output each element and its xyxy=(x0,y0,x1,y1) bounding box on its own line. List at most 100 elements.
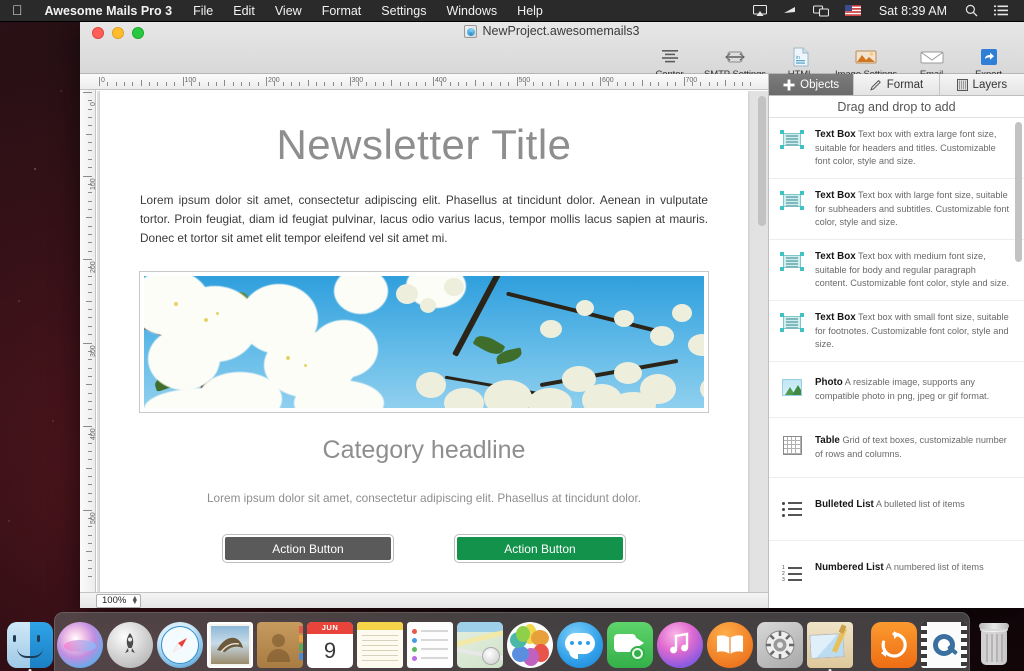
numbered-list-icon: 1 2 3 xyxy=(779,561,805,583)
list-item-name: Numbered List xyxy=(815,562,884,573)
menu-item-edit[interactable]: Edit xyxy=(223,4,265,18)
notes-icon xyxy=(357,622,403,668)
list-item[interactable]: Bulleted List A bulleted list of items xyxy=(769,478,1024,541)
itunes-icon xyxy=(657,622,703,668)
dock-item-itunes[interactable] xyxy=(657,622,703,668)
textbox-icon xyxy=(779,250,805,272)
newsletter-subtext[interactable]: Lorem ipsum dolor sit amet, consectetur … xyxy=(100,465,748,505)
editor-vertical-scrollbar[interactable] xyxy=(758,96,766,566)
trash-icon xyxy=(971,622,1017,668)
calendar-icon: JUN 9 xyxy=(307,622,353,668)
dock-item-notes[interactable] xyxy=(357,622,403,668)
airplay-icon[interactable] xyxy=(745,0,775,22)
layers-icon xyxy=(957,79,968,91)
contacts-icon xyxy=(257,622,303,668)
dock-item-contacts[interactable] xyxy=(257,622,303,668)
apple-logo-icon[interactable]:  xyxy=(0,3,34,17)
dock-item-safari[interactable] xyxy=(157,622,203,668)
dock-item-finder[interactable] xyxy=(7,622,53,668)
list-item-name: Table xyxy=(815,435,840,446)
dock-item-mail[interactable] xyxy=(207,622,253,668)
list-item[interactable]: Table Grid of text boxes, customizable n… xyxy=(769,418,1024,478)
panel-scrollbar-thumb[interactable] xyxy=(1015,122,1022,262)
image-icon xyxy=(849,46,883,68)
newsletter-photo[interactable] xyxy=(140,272,708,412)
facetime-icon xyxy=(607,622,653,668)
dock-item-photos[interactable] xyxy=(507,622,553,668)
editor-status-bar: 100% ▲▼ xyxy=(80,592,768,608)
inspector-panel: Objects Format Layers Drag and drop to a… xyxy=(768,74,1024,608)
list-item[interactable]: Text Box Text box with medium font size,… xyxy=(769,240,1024,301)
dock-item-launchpad[interactable] xyxy=(107,622,153,668)
dock-item-reminders[interactable] xyxy=(407,622,453,668)
zoom-stepper[interactable]: 100% ▲▼ xyxy=(96,594,141,608)
ibooks-icon xyxy=(707,622,753,668)
dock-item-facetime[interactable] xyxy=(607,622,653,668)
dock-item-ibooks[interactable] xyxy=(707,622,753,668)
newsletter-page[interactable]: Newsletter Title Lorem ipsum dolor sit a… xyxy=(100,91,748,592)
menu-item-help[interactable]: Help xyxy=(507,4,553,18)
document-editor: 0100200300400500600700 0100200300400500 … xyxy=(80,74,768,608)
newsletter-title[interactable]: Newsletter Title xyxy=(100,91,748,191)
menu-bar:  Awesome Mails Pro 3 File Edit View For… xyxy=(0,0,1024,22)
action-button-gray[interactable]: Action Button xyxy=(223,535,393,562)
editor-scrollbar-thumb[interactable] xyxy=(758,96,766,226)
search-icon[interactable] xyxy=(957,0,986,22)
textbox-icon xyxy=(779,128,805,150)
newsletter-category-headline[interactable]: Category headline xyxy=(100,412,748,465)
table-icon xyxy=(779,434,805,456)
dock-item-siri[interactable] xyxy=(57,622,103,668)
dock-item-sync-app[interactable] xyxy=(871,622,917,668)
menu-item-windows[interactable]: Windows xyxy=(436,4,507,18)
html-document-icon: in xyxy=(784,46,818,68)
list-item[interactable]: Text Box Text box with large font size, … xyxy=(769,179,1024,240)
us-flag-icon[interactable] xyxy=(837,0,869,22)
canvas-scroll-area[interactable]: Newsletter Title Lorem ipsum dolor sit a… xyxy=(97,91,768,592)
dock-item-trash[interactable] xyxy=(971,622,1017,668)
list-item-desc: A numbered list of items xyxy=(886,562,984,572)
list-item-name: Bulleted List xyxy=(815,499,874,510)
document-title-text: NewProject.awesomemails3 xyxy=(482,24,639,38)
menu-item-view[interactable]: View xyxy=(265,4,312,18)
safari-icon xyxy=(157,622,203,668)
window-main-area: 0100200300400500600700 0100200300400500 … xyxy=(80,74,1024,608)
menu-bar-clock[interactable]: Sat 8:39 AM xyxy=(869,4,957,18)
vertical-ruler: 0100200300400500 xyxy=(80,90,96,592)
list-item-desc: Grid of text boxes, customizable number … xyxy=(815,435,1007,459)
screen-sharing-icon[interactable] xyxy=(805,0,837,22)
dock-item-calendar[interactable]: JUN 9 xyxy=(307,622,353,668)
menu-app-name[interactable]: Awesome Mails Pro 3 xyxy=(34,4,184,18)
bluetooth-share-icon[interactable] xyxy=(775,0,805,22)
list-item[interactable]: 1 2 3 Numbered List A numbered list of i… xyxy=(769,541,1024,603)
textbox-icon xyxy=(779,311,805,333)
app-window: NewProject.awesomemails3 Center SMTP Set… xyxy=(80,18,1024,608)
control-center-list-icon[interactable] xyxy=(986,0,1016,22)
menu-item-format[interactable]: Format xyxy=(312,4,372,18)
list-item-name: Text Box xyxy=(815,129,856,140)
messages-icon xyxy=(557,622,603,668)
object-list[interactable]: Text Box Text box with extra large font … xyxy=(769,118,1024,608)
siri-icon xyxy=(57,622,103,668)
envelope-icon xyxy=(915,46,949,68)
window-titlebar[interactable]: NewProject.awesomemails3 Center SMTP Set… xyxy=(80,18,1024,74)
tab-label-layers: Layers xyxy=(973,79,1008,91)
tab-layers[interactable]: Layers xyxy=(940,74,1024,95)
dock-item-messages[interactable] xyxy=(557,622,603,668)
newsletter-body-text[interactable]: Lorem ipsum dolor sit amet, consectetur … xyxy=(140,191,708,248)
list-item[interactable]: Text Box Text box with extra large font … xyxy=(769,118,1024,179)
menu-item-file[interactable]: File xyxy=(183,4,223,18)
dock-item-quicktime-document[interactable] xyxy=(921,622,967,668)
menu-item-settings[interactable]: Settings xyxy=(371,4,436,18)
ruler-label: 0 xyxy=(90,102,96,106)
tab-objects[interactable]: Objects xyxy=(769,74,854,95)
action-button-green[interactable]: Action Button xyxy=(455,535,625,562)
dock-item-awesome-mails[interactable] xyxy=(807,622,853,668)
dock-item-system-preferences[interactable] xyxy=(757,622,803,668)
document-file-icon xyxy=(464,25,477,38)
list-item-name: Text Box xyxy=(815,251,856,262)
list-item[interactable]: Photo A resizable image, supports any co… xyxy=(769,362,1024,418)
list-item[interactable]: Text Box Text box with small font size, … xyxy=(769,301,1024,362)
tab-format[interactable]: Format xyxy=(854,74,939,95)
dock-item-maps[interactable] xyxy=(457,622,503,668)
stepper-arrows-icon[interactable]: ▲▼ xyxy=(131,597,138,605)
